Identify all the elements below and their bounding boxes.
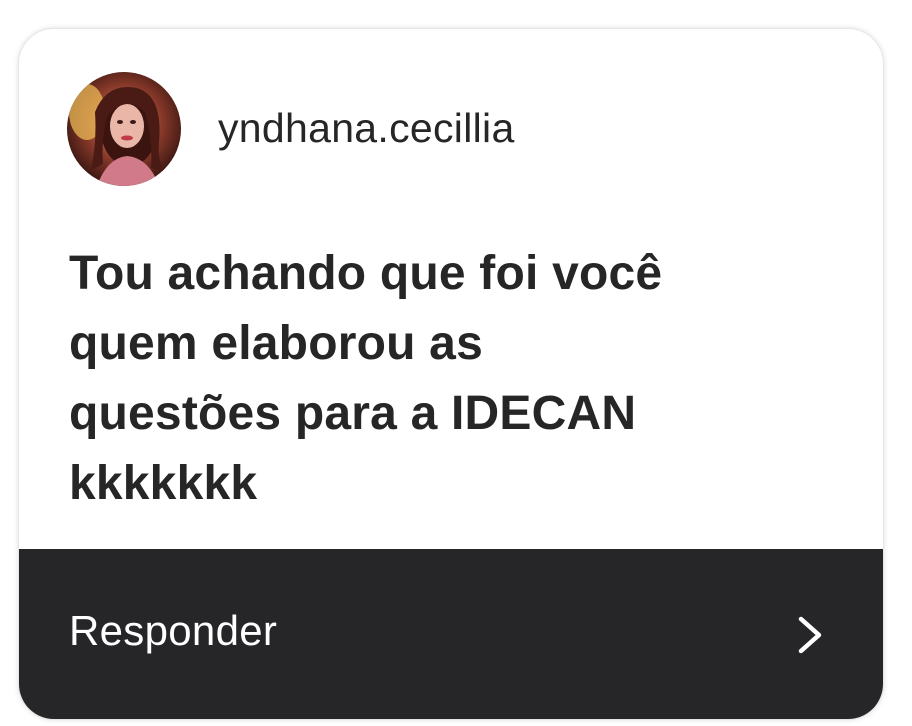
message-line: kkkkkkk: [69, 457, 258, 510]
message-line: questões para a IDECAN: [69, 387, 637, 440]
message-text: Tou achando que foi você quem elaborou a…: [69, 239, 829, 519]
message-line: Tou achando que foi você: [69, 247, 663, 300]
username[interactable]: yndhana.cecillia: [218, 105, 515, 152]
profile-photo-icon: [67, 71, 181, 186]
card-header: yndhana.cecillia: [67, 71, 515, 186]
reply-button[interactable]: Responder: [19, 549, 883, 719]
message-line: quem elaborou as: [69, 317, 483, 370]
avatar[interactable]: [67, 71, 181, 186]
reply-label: Responder: [69, 607, 278, 654]
story-reply-card: yndhana.cecillia Tou achando que foi voc…: [18, 28, 884, 720]
chevron-right-icon: [797, 615, 823, 655]
